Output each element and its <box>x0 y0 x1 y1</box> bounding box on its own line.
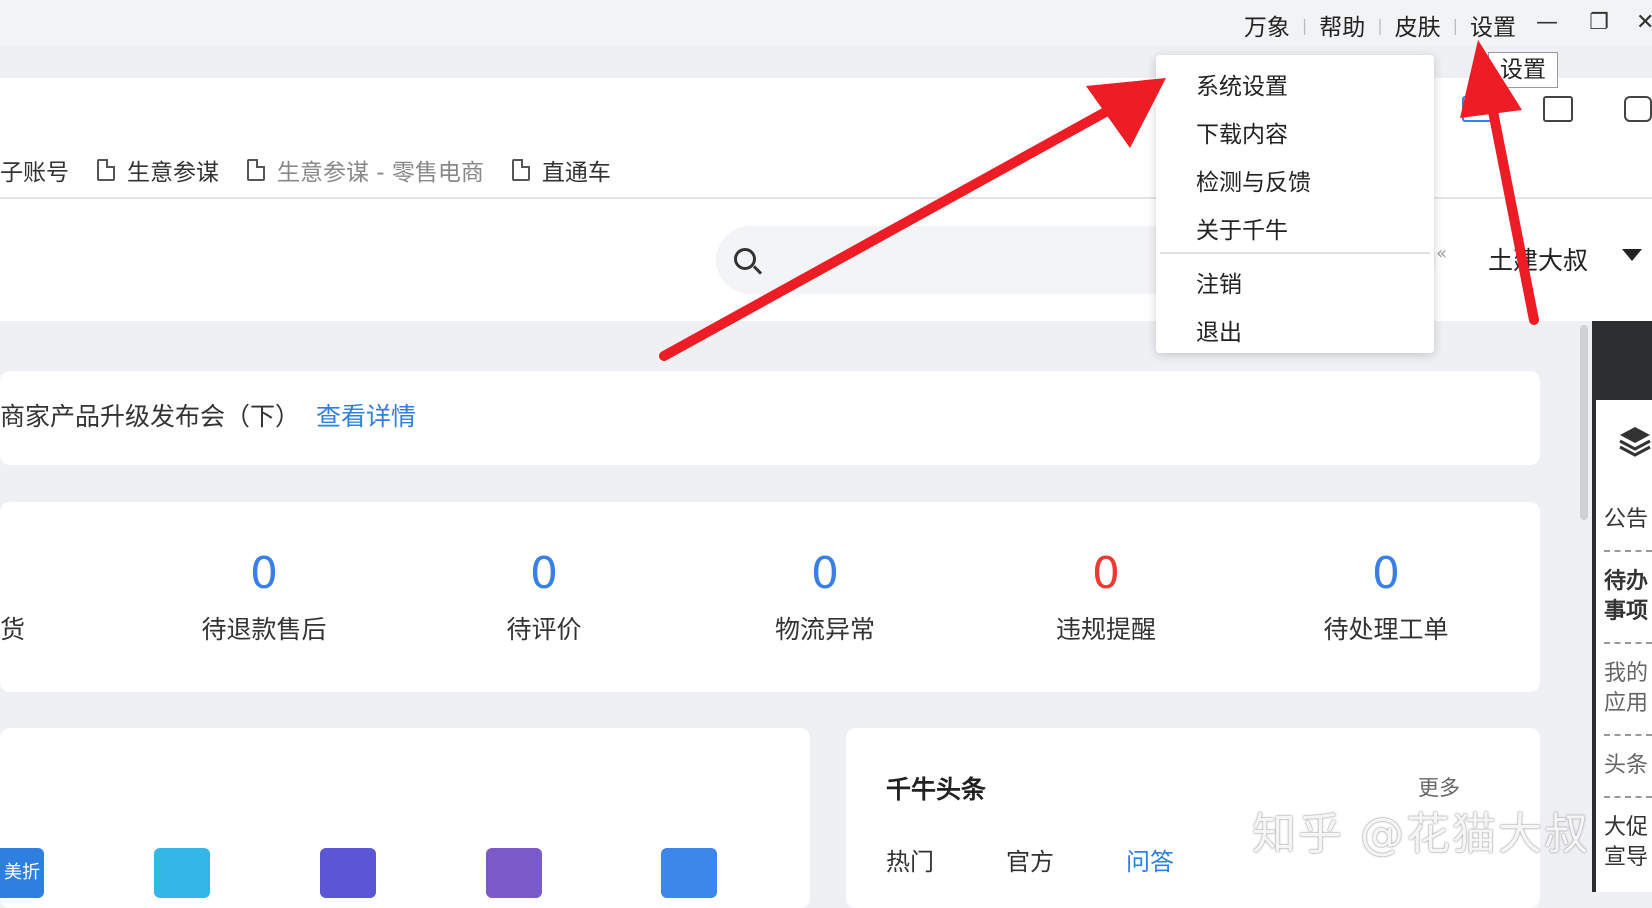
divider <box>1604 734 1652 736</box>
stat-label: 待评价 <box>506 615 582 644</box>
tab-label: 生意参谋 - 零售电商 <box>277 160 484 186</box>
layers-icon[interactable] <box>1618 424 1652 458</box>
stat-label: 待处理工单 <box>1323 615 1449 644</box>
menu-item-about[interactable]: 关于千牛 <box>1196 211 1288 245</box>
tab-sub-account[interactable]: 子账号 <box>0 153 69 187</box>
shopping-bag-app-icon[interactable] <box>661 848 717 898</box>
title-links: 万象 | 帮助 | 皮肤 | 设置 <box>1236 8 1524 42</box>
sidebar-item-my-apps[interactable]: 我的 <box>1604 660 1652 688</box>
tab-business-advisor[interactable]: 生意参谋 <box>97 153 219 187</box>
view-details-link[interactable]: 查看详情 <box>316 402 416 431</box>
tab-strip: 子账号 生意参谋 生意参谋 - 零售电商 直通车 <box>0 150 639 190</box>
search-icon <box>734 248 756 270</box>
sidebar-item-my-apps-2[interactable]: 应用 <box>1604 690 1652 718</box>
settings-tooltip: 设置 <box>1488 52 1558 88</box>
settings-link[interactable]: 设置 <box>1462 8 1524 42</box>
tab-business-advisor-retail[interactable]: 生意参谋 - 零售电商 <box>247 153 484 187</box>
sidebar-item-announcement[interactable]: 公告 <box>1604 506 1652 534</box>
maximize-button[interactable]: ❐ <box>1586 10 1612 36</box>
stat-review[interactable]: 0 待评价 <box>444 546 644 646</box>
help-link[interactable]: 帮助 <box>1311 8 1373 42</box>
notice-text: 商家产品升级发布会（下） <box>0 402 301 431</box>
menu-item-downloads[interactable]: 下载内容 <box>1196 115 1288 149</box>
user-name[interactable]: 土建大叔 <box>1488 241 1588 277</box>
sidebar-item-promo-2[interactable]: 宣导 <box>1604 844 1652 872</box>
sidebar-item-promo[interactable]: 大促 <box>1604 814 1652 842</box>
stat-violation[interactable]: 0 违规提醒 <box>1006 546 1206 646</box>
separator: | <box>1452 15 1458 35</box>
app-icon[interactable] <box>154 848 210 898</box>
sidebar-item-headlines[interactable]: 头条 <box>1604 752 1652 780</box>
skin-link[interactable]: 皮肤 <box>1387 8 1449 42</box>
news-title: 千牛头条 <box>886 775 987 804</box>
bag-icon[interactable] <box>1624 96 1652 122</box>
settings-dropdown-menu: 系统设置 下载内容 检测与反馈 关于千牛 注销 退出 <box>1156 55 1434 353</box>
divider <box>1604 796 1652 798</box>
tab-label: 直通车 <box>541 160 611 186</box>
news-tab-hot[interactable]: 热门 <box>886 842 934 877</box>
close-button[interactable]: ✕ <box>1636 10 1652 36</box>
sidebar-item-todo[interactable]: 待办 <box>1604 568 1652 596</box>
watermark: 知乎 @花猫大叔 <box>1252 809 1590 860</box>
menu-item-system-settings[interactable]: 系统设置 <box>1196 67 1288 101</box>
money-bag-app-icon[interactable] <box>486 848 542 898</box>
tab-label: 子账号 <box>0 160 69 186</box>
stat-label: 物流异常 <box>774 615 875 644</box>
stat-value: 0 <box>1092 548 1120 599</box>
scrollbar[interactable] <box>1580 325 1588 520</box>
separator: | <box>1377 15 1383 35</box>
menu-item-exit[interactable]: 退出 <box>1196 313 1242 347</box>
divider <box>1604 642 1652 644</box>
collapse-icon[interactable]: « <box>1436 243 1447 264</box>
user-app-icon[interactable] <box>320 848 376 898</box>
document-icon <box>247 159 265 181</box>
stat-value: 0 <box>250 548 278 599</box>
tab-through-train[interactable]: 直通车 <box>511 153 611 187</box>
notice: 商家产品升级发布会（下） 查看详情 <box>0 397 416 433</box>
mail-icon[interactable] <box>1462 96 1492 122</box>
news-tab-official[interactable]: 官方 <box>1006 842 1054 877</box>
document-icon <box>511 159 530 181</box>
stat-label: 货 <box>0 615 26 644</box>
minimize-button[interactable]: — <box>1534 10 1560 36</box>
chevron-down-icon[interactable] <box>1622 249 1642 261</box>
stat-label: 待退款售后 <box>201 615 327 644</box>
news-tab-qa[interactable]: 问答 <box>1126 842 1174 877</box>
title-bar: 万象 | 帮助 | 皮肤 | 设置 — ❐ ✕ <box>0 0 1652 46</box>
stat-value: 0 <box>811 548 839 599</box>
menu-item-diagnostics-feedback[interactable]: 检测与反馈 <box>1196 163 1311 197</box>
meizhe-app-icon[interactable]: 美折 <box>0 848 44 898</box>
tab-label: 生意参谋 <box>127 160 219 186</box>
stat-work-orders[interactable]: 0 待处理工单 <box>1286 546 1486 646</box>
sidebar-item-todo-2[interactable]: 事项 <box>1604 598 1652 626</box>
stat-logistics[interactable]: 0 物流异常 <box>725 546 925 646</box>
menu-divider <box>1160 252 1430 254</box>
id-card-icon[interactable] <box>1543 96 1573 122</box>
separator: | <box>1301 15 1308 35</box>
stat-label: 违规提醒 <box>1055 615 1156 644</box>
stat-value: 0 <box>1372 548 1400 599</box>
stat-refund[interactable]: 0 待退款售后 <box>164 546 364 646</box>
stat-pending-shipment[interactable]: 0 货 <box>0 546 32 646</box>
document-icon <box>97 159 115 181</box>
stat-value: 0 <box>530 548 558 599</box>
wanxiang-link[interactable]: 万象 <box>1236 8 1298 42</box>
divider <box>1604 550 1652 552</box>
menu-item-logout[interactable]: 注销 <box>1196 265 1242 299</box>
